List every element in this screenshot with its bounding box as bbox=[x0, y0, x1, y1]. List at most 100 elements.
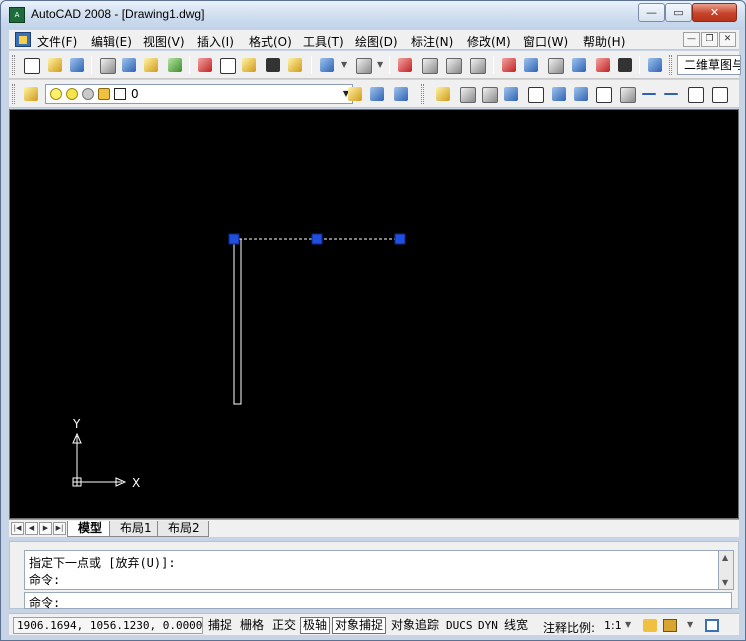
zoom-realtime-icon[interactable] bbox=[419, 55, 439, 75]
ducs-toggle[interactable]: DUCS bbox=[443, 617, 476, 634]
paste-icon[interactable] bbox=[239, 55, 259, 75]
ortho-toggle[interactable]: 正交 bbox=[269, 617, 299, 634]
tab-prev-icon[interactable]: ◀ bbox=[25, 522, 38, 535]
otrack-toggle[interactable]: 对象追踪 bbox=[388, 617, 442, 634]
toolbar-grip[interactable] bbox=[12, 55, 15, 75]
tab-last-icon[interactable]: ▶| bbox=[53, 522, 66, 535]
move-icon[interactable] bbox=[549, 84, 569, 104]
match-properties-icon[interactable] bbox=[263, 55, 283, 75]
tab-layout1[interactable]: 布局1 bbox=[109, 521, 161, 537]
layer-manager-icon[interactable] bbox=[21, 84, 41, 104]
command-scrollbar[interactable]: ▲ ▼ bbox=[718, 550, 734, 590]
print-icon[interactable] bbox=[97, 55, 117, 75]
layer-state-icon[interactable] bbox=[391, 84, 411, 104]
publish-icon[interactable] bbox=[141, 55, 161, 75]
pan-icon[interactable] bbox=[395, 55, 415, 75]
drawing-svg[interactable]: Y X bbox=[10, 110, 738, 518]
layer-previous-icon[interactable] bbox=[367, 84, 387, 104]
doc-close-button[interactable]: ✕ bbox=[719, 32, 736, 47]
extend-icon[interactable] bbox=[661, 84, 681, 104]
mirror-icon[interactable] bbox=[479, 84, 499, 104]
3d-dwf-icon[interactable] bbox=[165, 55, 185, 75]
clean-screen-icon[interactable] bbox=[705, 619, 719, 632]
zoom-previous-icon[interactable] bbox=[467, 55, 487, 75]
markup-set-icon[interactable] bbox=[593, 55, 613, 75]
stretch-icon[interactable] bbox=[617, 84, 637, 104]
undo-icon[interactable] bbox=[317, 55, 337, 75]
scroll-up-icon[interactable]: ▲ bbox=[722, 553, 728, 562]
quickcalc-icon[interactable] bbox=[615, 55, 635, 75]
menu-draw[interactable]: 绘图(D) bbox=[355, 33, 398, 50]
make-current-layer-icon[interactable] bbox=[345, 84, 365, 104]
block-editor-icon[interactable] bbox=[285, 55, 305, 75]
tab-layout2[interactable]: 布局2 bbox=[157, 521, 209, 537]
erase-icon[interactable] bbox=[433, 84, 453, 104]
chamfer-icon[interactable] bbox=[709, 84, 729, 104]
redo-icon[interactable] bbox=[353, 55, 373, 75]
scale-icon[interactable] bbox=[593, 84, 613, 104]
menu-help[interactable]: 帮助(H) bbox=[583, 33, 625, 50]
sheet-set-icon[interactable] bbox=[569, 55, 589, 75]
lineweight-toggle[interactable]: 线宽 bbox=[501, 617, 531, 634]
layer-select[interactable]: 0 ▼ bbox=[45, 84, 353, 104]
minimize-button[interactable]: — bbox=[638, 3, 665, 22]
rotate-icon[interactable] bbox=[571, 84, 591, 104]
menu-edit[interactable]: 编辑(E) bbox=[91, 33, 132, 50]
break-icon[interactable] bbox=[685, 84, 705, 104]
print-preview-icon[interactable] bbox=[119, 55, 139, 75]
grip-start[interactable] bbox=[228, 233, 240, 245]
vertical-rectangle[interactable] bbox=[233, 238, 242, 405]
cut-icon[interactable] bbox=[195, 55, 215, 75]
scroll-down-icon[interactable]: ▼ bbox=[722, 578, 728, 587]
doc-restore-button[interactable]: ❐ bbox=[701, 32, 718, 47]
toolbar-grip[interactable] bbox=[421, 84, 424, 104]
annotation-scale-dropdown-icon[interactable]: ▼ bbox=[625, 620, 631, 629]
menu-window[interactable]: 窗口(W) bbox=[523, 33, 568, 50]
annotation-visibility-icon[interactable] bbox=[643, 619, 657, 632]
title-bar[interactable]: A AutoCAD 2008 - [Drawing1.dwg] — ▭ ✕ bbox=[1, 1, 745, 29]
toolbar-grip[interactable] bbox=[12, 84, 15, 104]
grid-toggle[interactable]: 栅格 bbox=[237, 617, 267, 634]
snap-toggle[interactable]: 捕捉 bbox=[205, 617, 235, 634]
menu-file[interactable]: 文件(F) bbox=[37, 33, 77, 50]
menu-view[interactable]: 视图(V) bbox=[143, 33, 185, 50]
menu-modify[interactable]: 修改(M) bbox=[467, 33, 511, 50]
grip-end[interactable] bbox=[394, 233, 406, 245]
copy-icon[interactable] bbox=[217, 55, 237, 75]
grip-midpoint[interactable] bbox=[311, 233, 323, 245]
menu-dimension[interactable]: 标注(N) bbox=[411, 33, 453, 50]
menu-format[interactable]: 格式(O) bbox=[249, 33, 292, 50]
properties-icon[interactable] bbox=[499, 55, 519, 75]
annotation-scale-value[interactable]: 1:1 bbox=[604, 619, 622, 632]
undo-dropdown-icon[interactable]: ▼ bbox=[341, 60, 347, 69]
toolbar-grip[interactable] bbox=[669, 55, 672, 75]
tab-model[interactable]: 模型 bbox=[67, 521, 112, 537]
autocad-app-icon[interactable]: A bbox=[9, 7, 25, 23]
offset-icon[interactable] bbox=[501, 84, 521, 104]
redo-dropdown-icon[interactable]: ▼ bbox=[377, 60, 383, 69]
dyn-toggle[interactable]: DYN bbox=[475, 617, 501, 634]
workspace-select[interactable]: 二维草图与注释 bbox=[677, 55, 741, 75]
osnap-toggle[interactable]: 对象捕捉 bbox=[332, 617, 387, 634]
save-icon[interactable] bbox=[67, 55, 87, 75]
menu-tools[interactable]: 工具(T) bbox=[303, 33, 344, 50]
open-file-icon[interactable] bbox=[45, 55, 65, 75]
new-file-icon[interactable] bbox=[21, 55, 41, 75]
maximize-button[interactable]: ▭ bbox=[665, 3, 692, 22]
copy-object-icon[interactable] bbox=[457, 84, 477, 104]
design-center-icon[interactable] bbox=[521, 55, 541, 75]
command-input[interactable]: 命令: bbox=[24, 592, 732, 610]
tab-next-icon[interactable]: ▶ bbox=[39, 522, 52, 535]
help-icon[interactable] bbox=[645, 55, 665, 75]
status-menu-icon[interactable]: ▼ bbox=[687, 620, 693, 629]
tab-first-icon[interactable]: |◀ bbox=[11, 522, 24, 535]
document-icon[interactable] bbox=[15, 32, 31, 47]
trim-icon[interactable] bbox=[639, 84, 659, 104]
coordinate-readout[interactable]: 1906.1694, 1056.1230, 0.0000 bbox=[13, 617, 203, 634]
array-icon[interactable] bbox=[525, 84, 545, 104]
lock-toolbar-icon[interactable] bbox=[663, 619, 677, 632]
doc-minimize-button[interactable]: — bbox=[683, 32, 700, 47]
drawing-canvas[interactable]: Y X bbox=[9, 109, 739, 519]
zoom-window-icon[interactable] bbox=[443, 55, 463, 75]
tool-palettes-icon[interactable] bbox=[545, 55, 565, 75]
